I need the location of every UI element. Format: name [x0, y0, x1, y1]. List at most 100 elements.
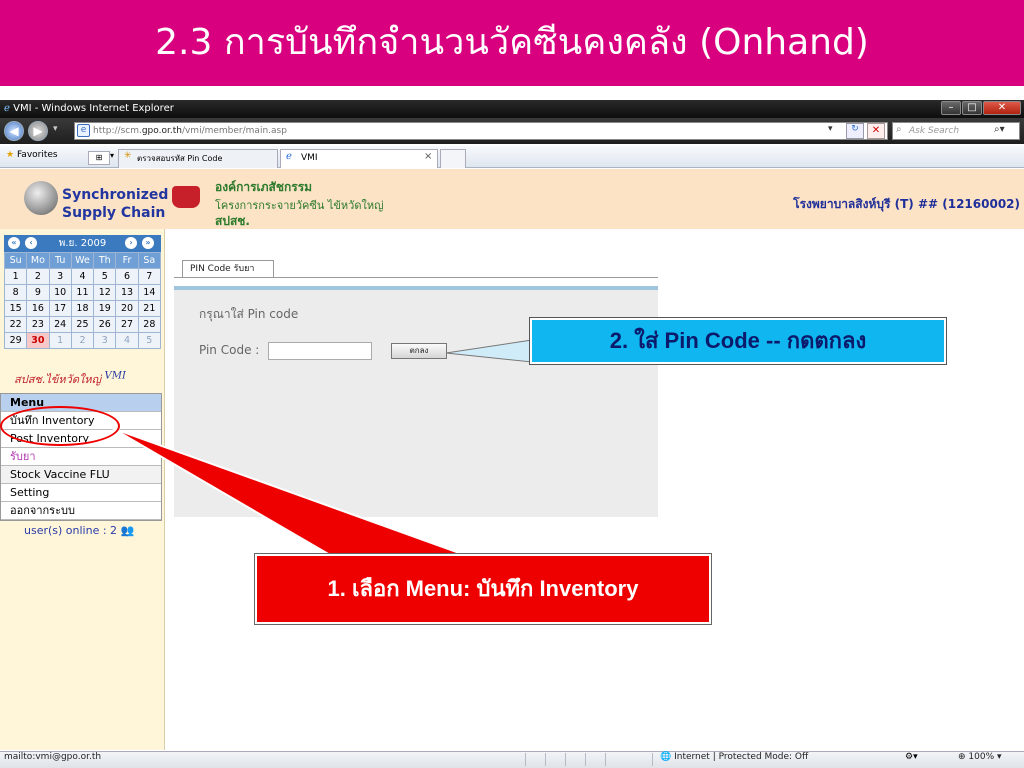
calendar-day[interactable]: 27	[115, 316, 139, 333]
calendar-day[interactable]: 11	[70, 284, 95, 301]
history-dropdown-icon[interactable]: ▾	[53, 124, 58, 134]
close-window-button[interactable]: ✕	[983, 101, 1021, 115]
logo-text-line1: Synchronized	[62, 187, 169, 203]
calendar-day[interactable]: 5	[137, 332, 162, 349]
calendar-day[interactable]: 3	[48, 268, 72, 285]
calendar-month-label: พ.ย. 2009	[58, 238, 107, 249]
browser-tab-pincode[interactable]: ตรวจสอบรหัส Pin Code	[118, 149, 278, 168]
search-go-icon[interactable]: ⌕▾	[994, 124, 1005, 135]
calendar-day[interactable]: 4	[115, 332, 139, 349]
calendar-day[interactable]: 24	[48, 316, 72, 333]
calendar-day[interactable]: 22	[3, 316, 28, 333]
org-name: องค์การเภสัชกรรม	[215, 180, 313, 194]
calendar-weekday: Su	[3, 252, 28, 269]
calendar-day[interactable]: 26	[93, 316, 117, 333]
calendar-day[interactable]: 25	[70, 316, 95, 333]
tab-list-dropdown-icon[interactable]: ▾	[110, 151, 114, 160]
calendar-day[interactable]: 30	[26, 332, 50, 349]
synchronized-supply-chain-logo	[24, 181, 58, 215]
calendar-day[interactable]: 23	[26, 316, 50, 333]
calendar-weekday: Fr	[115, 252, 139, 269]
calendar-day[interactable]: 10	[48, 284, 72, 301]
next-month-icon[interactable]: ›	[125, 237, 137, 249]
favorites-button[interactable]: ★ Favorites	[6, 150, 58, 160]
calendar-day[interactable]: 6	[115, 268, 139, 285]
new-tab-button[interactable]	[440, 149, 466, 168]
calendar-weekday: Mo	[26, 252, 50, 269]
users-icon: 👥	[120, 524, 135, 537]
calendar-day[interactable]: 19	[93, 300, 117, 317]
quick-tabs-icon[interactable]: ⊞	[88, 151, 110, 165]
calendar-weekday: Sa	[137, 252, 162, 269]
protected-mode-icon[interactable]: ⚙▾	[905, 752, 918, 762]
vmi-logo-text: VMI	[104, 370, 126, 382]
calendar-day[interactable]: 17	[48, 300, 72, 317]
calendar-day[interactable]: 14	[137, 284, 162, 301]
window-title: VMI - Windows Internet Explorer	[13, 103, 174, 114]
calendar-day[interactable]: 1	[48, 332, 72, 349]
refresh-icon[interactable]: ↻	[846, 123, 864, 139]
calendar-caption: สปสช.ไข้หวัดใหญ่ VMI	[14, 370, 126, 386]
calendar-day[interactable]: 21	[137, 300, 162, 317]
browser-tab-vmi[interactable]: VMI	[280, 149, 438, 168]
menu-item-setting[interactable]: Setting	[1, 484, 161, 502]
calendar-day[interactable]: 20	[115, 300, 139, 317]
calendar-grid: Su Mo Tu We Th Fr Sa 1 2 3 4 5 6 7 8 9 10 11 12 13 14 15 16 17…	[3, 252, 162, 349]
tab-close-icon[interactable]: ×	[424, 151, 432, 162]
calendar-day[interactable]: 12	[93, 284, 117, 301]
tab-pin-code[interactable]: PIN Code รับยา	[182, 260, 274, 278]
security-zone[interactable]: 🌐 Internet | Protected Mode: Off	[660, 752, 808, 762]
page-icon: e	[77, 124, 90, 137]
maximize-button[interactable]: □	[962, 101, 982, 115]
search-engine-icon: ⌕	[896, 124, 902, 135]
address-bar[interactable]: http://scm.gpo.or.th/vmi/member/main.asp	[74, 122, 888, 140]
zoom-level[interactable]: ⊕ 100% ▾	[958, 752, 1002, 762]
calendar-day[interactable]: 29	[3, 332, 28, 349]
agency-name: สปสช.	[215, 214, 250, 228]
calendar-day[interactable]: 15	[3, 300, 28, 317]
status-link-text: mailto:vmi@gpo.or.th	[4, 752, 102, 762]
calendar-weekday: Tu	[48, 252, 72, 269]
callout-step-2: 2. ใส่ Pin Code -- กดตกลง	[529, 317, 947, 365]
minimize-button[interactable]: –	[941, 101, 961, 115]
star-icon: ★	[6, 150, 15, 160]
calendar-day[interactable]: 18	[70, 300, 95, 317]
tab-site-icon: ✳	[124, 151, 132, 161]
menu-highlight-ellipse	[0, 406, 120, 446]
ie-icon: ℯ	[4, 103, 10, 114]
calendar-day[interactable]: 16	[26, 300, 50, 317]
menu-item-receive-drug[interactable]: รับยา	[1, 448, 161, 466]
menu-item-stock-vaccine-flu[interactable]: Stock Vaccine FLU	[1, 466, 161, 484]
calendar-weekday: Th	[93, 252, 117, 269]
address-dropdown-icon[interactable]: ▾	[828, 124, 833, 134]
calendar-day[interactable]: 3	[93, 332, 117, 349]
pin-heading: กรุณาใส่ Pin code	[199, 307, 299, 321]
forward-button[interactable]: ▶	[28, 121, 48, 141]
calendar-day[interactable]: 8	[3, 284, 28, 301]
calendar-day[interactable]: 5	[93, 268, 117, 285]
stop-icon[interactable]: ✕	[867, 123, 885, 139]
menu-item-logout[interactable]: ออกจากระบบ	[1, 502, 161, 520]
calendar-weekday: We	[70, 252, 95, 269]
back-button[interactable]: ◀	[4, 121, 24, 141]
calendar-day[interactable]: 28	[137, 316, 162, 333]
tab-divider	[174, 277, 658, 278]
window-title-bar: ℯ VMI - Windows Internet Explorer	[0, 100, 1024, 118]
calendar-day[interactable]: 13	[115, 284, 139, 301]
ok-button[interactable]: ตกลง	[391, 343, 447, 359]
prev-year-icon[interactable]: «	[8, 237, 20, 249]
calendar-day[interactable]: 2	[26, 268, 50, 285]
status-bar	[0, 751, 1024, 768]
calendar-day[interactable]: 9	[26, 284, 50, 301]
prev-month-icon[interactable]: ‹	[25, 237, 37, 249]
calendar-day[interactable]: 1	[3, 268, 28, 285]
calendar-day[interactable]: 2	[70, 332, 95, 349]
next-year-icon[interactable]: »	[142, 237, 154, 249]
logo-text-line2: Supply Chain	[62, 205, 166, 221]
pin-code-label: Pin Code :	[199, 343, 260, 357]
calendar-day[interactable]: 7	[137, 268, 162, 285]
pin-code-input[interactable]	[268, 342, 372, 360]
calendar-day[interactable]: 4	[70, 268, 95, 285]
tab-ie-icon: ℯ	[286, 151, 292, 162]
callout-step-1: 1. เลือก Menu: บันทึก Inventory	[254, 553, 712, 625]
